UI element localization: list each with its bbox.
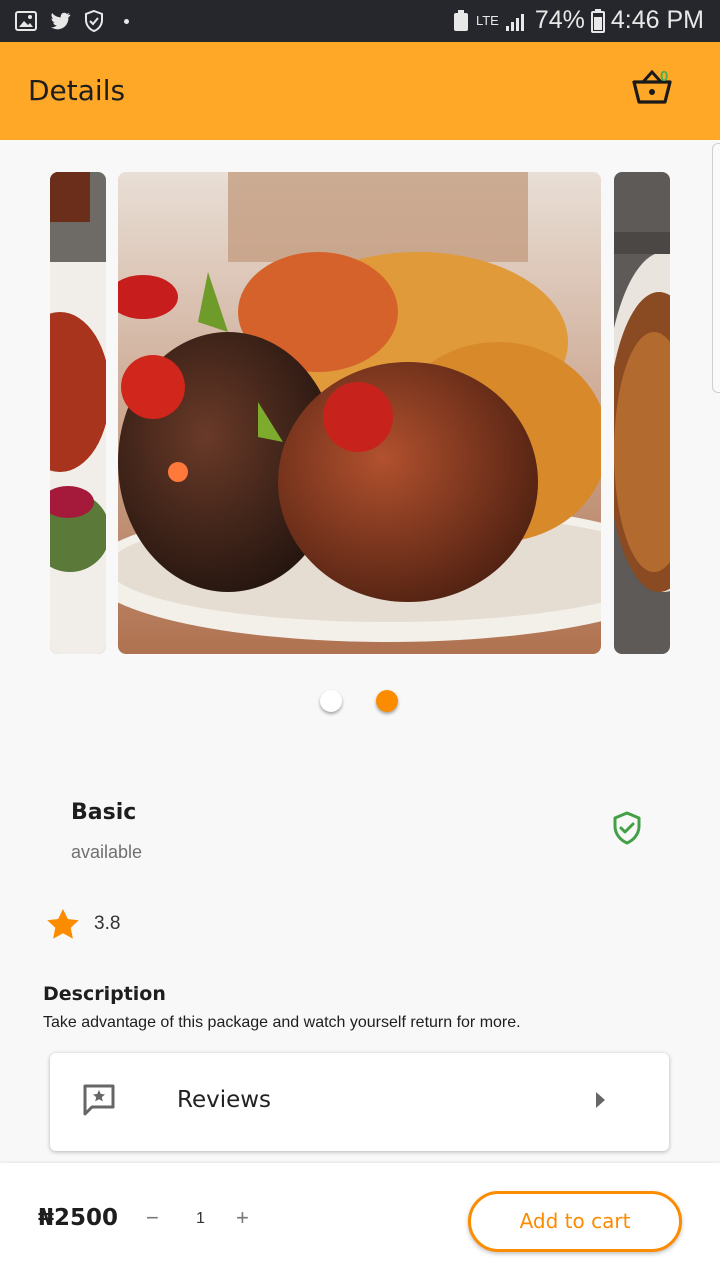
quantity-decrement-button[interactable]: − (146, 1205, 159, 1231)
verified-shield-icon (613, 811, 641, 845)
shield-status-icon (85, 9, 103, 33)
bottom-bar: ₦2500 − 1 + Add to cart (0, 1163, 720, 1280)
product-availability: available (71, 842, 143, 862)
image-carousel[interactable] (0, 172, 720, 656)
battery-percent: 74% (534, 6, 585, 34)
status-dot (124, 18, 129, 24)
signal-icon (505, 13, 524, 31)
price: ₦2500 (38, 1205, 119, 1231)
rating-value: 3.8 (94, 913, 121, 934)
add-to-cart-button[interactable]: Add to cart (468, 1191, 682, 1252)
quantity-value: 1 (196, 1210, 205, 1227)
gallery-icon (15, 11, 37, 31)
carousel-slide-previous[interactable] (50, 172, 106, 654)
rating: 3.8 (46, 908, 120, 940)
data-saver-icon (453, 9, 468, 31)
reviews-label: Reviews (177, 1087, 272, 1113)
carousel-indicator (320, 690, 398, 712)
clock: 4:46 PM (610, 6, 704, 34)
carousel-slide-next[interactable] (614, 172, 670, 654)
reviews-card[interactable]: Reviews (50, 1053, 669, 1151)
food-image-right (614, 172, 670, 654)
status-system: LTE 74% 4:46 PM (452, 6, 704, 35)
food-image-main (118, 172, 601, 654)
chevron-right-icon (596, 1092, 605, 1108)
twitter-icon (50, 12, 71, 30)
status-notifications (14, 9, 129, 33)
reviews-icon (83, 1084, 115, 1116)
network-type: LTE (475, 13, 499, 28)
description-text: Take advantage of this package and watch… (43, 1014, 521, 1031)
page-title: Details (28, 74, 126, 107)
carousel-dot-2-active[interactable] (376, 690, 398, 712)
food-image-left (50, 172, 106, 654)
status-bar: LTE 74% 4:46 PM (0, 0, 720, 42)
battery-icon (590, 8, 605, 33)
app-bar: Details (0, 42, 720, 140)
product-name: Basic (71, 800, 137, 825)
carousel-dot-1[interactable] (320, 690, 342, 712)
description-heading: Description (43, 983, 166, 1005)
cart-count-badge: 0 (660, 68, 669, 85)
quantity-increment-button[interactable]: + (236, 1205, 249, 1231)
star-icon (47, 909, 79, 939)
carousel-slide-current[interactable] (118, 172, 601, 654)
